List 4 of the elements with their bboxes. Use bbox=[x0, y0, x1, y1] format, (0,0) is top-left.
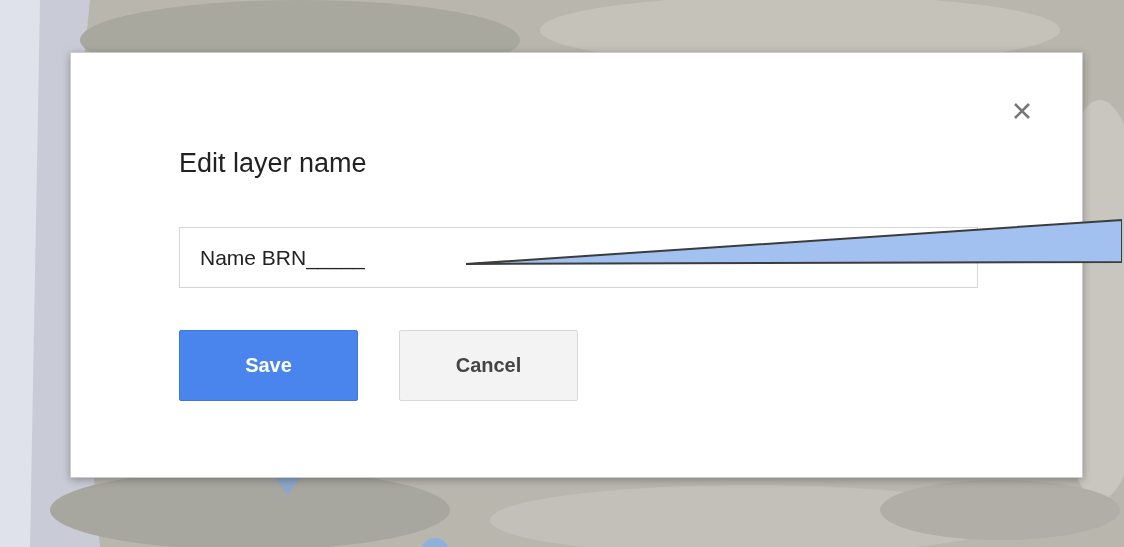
close-icon[interactable] bbox=[1012, 101, 1032, 121]
save-button[interactable]: Save bbox=[179, 330, 358, 401]
dialog-title: Edit layer name bbox=[179, 147, 368, 180]
cancel-button[interactable]: Cancel bbox=[399, 330, 578, 401]
